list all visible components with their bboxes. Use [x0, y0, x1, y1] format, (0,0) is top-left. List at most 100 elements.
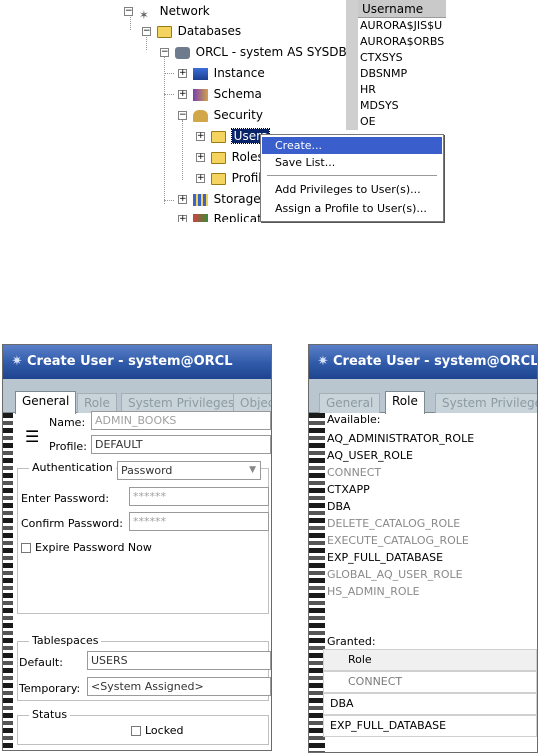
available-role-item[interactable]: CONNECT: [327, 465, 381, 481]
profile-label: Profile:: [49, 440, 87, 453]
username-row[interactable]: MDSYS: [358, 98, 446, 114]
available-role-item[interactable]: AQ_ADMINISTRATOR_ROLE: [327, 431, 474, 447]
username-list: Username AURORA$JIS$U AURORA$ORBS CTXSYS…: [346, 0, 446, 130]
tablespaces-label: Tablespaces: [29, 634, 102, 647]
available-role-item[interactable]: DBA: [327, 499, 351, 515]
available-role-item[interactable]: EXP_FULL_DATABASE: [327, 550, 443, 566]
expand-icon[interactable]: +: [178, 195, 187, 204]
tree-item-profiles[interactable]: + Profile: [196, 169, 269, 187]
temporary-tablespace-select[interactable]: <System Assigned>: [87, 677, 271, 696]
expand-icon[interactable]: +: [178, 215, 187, 222]
name-field[interactable]: ADMIN_BOOKS: [91, 411, 271, 430]
available-role-item[interactable]: AQ_USER_ROLE: [327, 448, 413, 464]
granted-role-row[interactable]: EXP_FULL_DATABASE: [323, 715, 537, 737]
replication-icon: [192, 213, 208, 222]
menu-separator: [267, 175, 437, 176]
username-row[interactable]: AURORA$JIS$U: [358, 18, 446, 34]
username-row[interactable]: AURORA$ORBS: [358, 34, 446, 50]
tab-object-privileges[interactable]: Objec: [233, 393, 271, 413]
tab-strip: General Role System Privilege: [309, 379, 537, 414]
available-role-item[interactable]: HS_ADMIN_ROLE: [327, 584, 420, 600]
tree-item-users[interactable]: + Users: [196, 127, 271, 145]
checkbox-icon[interactable]: [21, 543, 31, 553]
tab-system-privileges[interactable]: System Privilege: [435, 393, 537, 413]
menu-item-assign-profile[interactable]: Assign a Profile to User(s)...: [262, 200, 442, 217]
collapse-icon[interactable]: −: [124, 7, 133, 16]
create-user-dialog-general: ✷ Create User - system@ORCL General Role …: [2, 344, 272, 751]
checkbox-icon[interactable]: [131, 726, 141, 736]
menu-item-add-privileges[interactable]: Add Privileges to User(s)...: [262, 181, 442, 198]
folder-icon: [210, 130, 226, 143]
authentication-select[interactable]: Password ▼: [117, 461, 261, 480]
expand-icon[interactable]: +: [196, 174, 205, 183]
default-tablespace-select[interactable]: USERS: [87, 651, 271, 670]
expand-icon[interactable]: +: [196, 153, 205, 162]
expand-icon[interactable]: +: [178, 69, 187, 78]
tab-role[interactable]: Role: [77, 393, 117, 413]
confirm-password-field[interactable]: ******: [129, 512, 269, 531]
app-icon: ✷: [317, 354, 329, 369]
storage-icon: [192, 193, 208, 206]
schema-icon: [192, 88, 208, 101]
tree-item-replication[interactable]: + Replicatio: [178, 210, 272, 222]
tree-item-storage[interactable]: + Storage: [178, 190, 261, 208]
context-menu: Create... Save List... Add Privileges to…: [260, 134, 444, 222]
granted-role-row[interactable]: DBA: [323, 693, 537, 715]
name-label: Name:: [49, 416, 86, 429]
tab-system-privileges[interactable]: System Privileges: [121, 393, 242, 413]
menu-item-save-list[interactable]: Save List...: [262, 154, 442, 171]
tree-item-network[interactable]: − ✶ Network: [124, 2, 210, 22]
collapse-icon[interactable]: −: [160, 48, 169, 57]
instance-icon: [192, 67, 208, 80]
available-role-item[interactable]: EXECUTE_CATALOG_ROLE: [327, 533, 469, 549]
user-icon: ☰: [25, 427, 40, 446]
tree-item-databases[interactable]: − Databases: [142, 22, 241, 40]
available-role-item[interactable]: GLOBAL_AQ_USER_ROLE: [327, 567, 463, 583]
network-icon: ✶: [138, 7, 149, 22]
tab-general[interactable]: General: [15, 391, 77, 414]
available-label: Available:: [327, 413, 381, 426]
enter-password-field[interactable]: ******: [129, 487, 269, 506]
username-row[interactable]: DBSNMP: [358, 66, 446, 82]
expire-password-checkbox[interactable]: Expire Password Now: [21, 541, 152, 554]
tab-role[interactable]: Role: [385, 391, 425, 414]
granted-role-row[interactable]: CONNECT: [323, 671, 537, 693]
chevron-down-icon: ▼: [249, 465, 256, 475]
menu-item-create[interactable]: Create...: [262, 137, 442, 154]
expand-icon[interactable]: +: [196, 132, 205, 141]
expand-icon[interactable]: +: [178, 90, 187, 99]
granted-column-header[interactable]: Role: [323, 649, 537, 671]
dialog-titlebar[interactable]: ✷ Create User - system@ORCL: [309, 345, 537, 379]
tree-item-security[interactable]: − Security: [178, 106, 263, 124]
temporary-tablespace-label: Temporary:: [19, 682, 81, 695]
security-icon: [192, 109, 208, 122]
create-user-dialog-role: ✷ Create User - system@ORCL General Role …: [308, 344, 538, 753]
username-row[interactable]: CTXSYS: [358, 50, 446, 66]
username-row[interactable]: HR: [358, 82, 446, 98]
tree-item-orcl[interactable]: − ORCL - system AS SYSDBA: [160, 43, 346, 61]
folder-icon: [210, 172, 226, 185]
locked-checkbox[interactable]: Locked: [131, 724, 183, 737]
status-label: Status: [29, 708, 71, 721]
confirm-password-label: Confirm Password:: [21, 517, 123, 530]
folder-icon: [210, 151, 226, 164]
collapse-icon[interactable]: −: [178, 111, 187, 120]
tab-general[interactable]: General: [319, 393, 381, 413]
available-role-item[interactable]: CTXAPP: [327, 482, 370, 498]
dialog-titlebar[interactable]: ✷ Create User - system@ORCL: [3, 345, 271, 379]
collapse-icon[interactable]: −: [142, 27, 151, 36]
profile-select[interactable]: DEFAULT: [91, 435, 271, 454]
default-tablespace-label: Default:: [19, 656, 63, 669]
tree-item-instance[interactable]: + Instance: [178, 64, 265, 82]
available-role-item[interactable]: DELETE_CATALOG_ROLE: [327, 516, 460, 532]
enter-password-label: Enter Password:: [21, 492, 110, 505]
app-icon: ✷: [11, 354, 23, 369]
username-column-header[interactable]: Username: [358, 0, 446, 18]
tree-item-roles[interactable]: + Roles: [196, 148, 264, 166]
tree-item-schema[interactable]: + Schema: [178, 85, 262, 103]
database-icon: [174, 46, 190, 59]
folder-icon: [156, 25, 172, 38]
window-edge: [3, 413, 13, 750]
tab-strip: General Role System Privileges Objec: [3, 379, 271, 414]
username-row[interactable]: OE: [358, 114, 446, 130]
